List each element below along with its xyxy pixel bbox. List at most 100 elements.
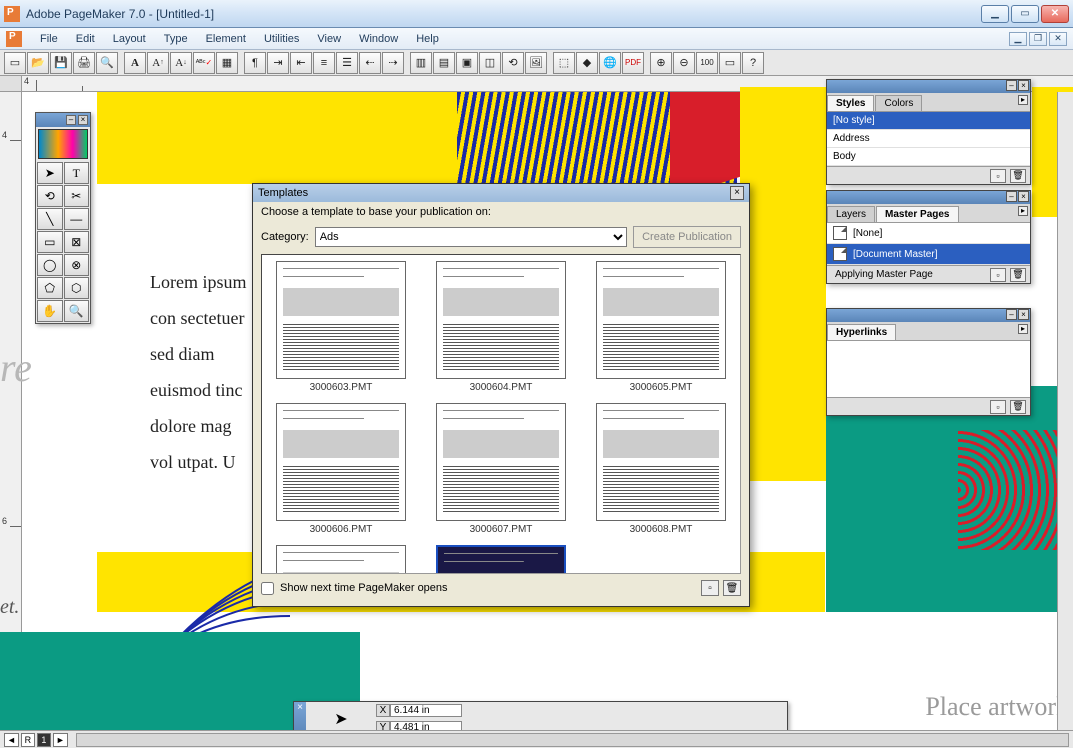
- window-minimize-button[interactable]: [981, 5, 1009, 23]
- styles-panel-titlebar[interactable]: – ×: [827, 80, 1030, 93]
- template-thumbnail[interactable]: 3000607.PMT: [428, 403, 574, 535]
- category-dropdown[interactable]: Ads: [315, 227, 627, 247]
- panel-collapse-button[interactable]: –: [1006, 309, 1017, 320]
- delete-template-button[interactable]: 🗑: [723, 580, 741, 596]
- tab-layers[interactable]: Layers: [827, 206, 875, 222]
- toolbar-actual-size-button[interactable]: 100: [696, 52, 718, 74]
- menu-utilities[interactable]: Utilities: [256, 31, 307, 47]
- delete-style-button[interactable]: 🗑: [1010, 169, 1026, 183]
- panel-close-button[interactable]: ×: [1018, 309, 1029, 320]
- toolbar-numbered-button[interactable]: ☰: [336, 52, 358, 74]
- new-template-button[interactable]: ▫: [701, 580, 719, 596]
- template-thumbnail[interactable]: 3000609.PMT: [268, 545, 414, 574]
- line-tool[interactable]: ╲: [37, 208, 63, 230]
- master-pages-titlebar[interactable]: – ×: [827, 191, 1030, 204]
- toolbar-open-button[interactable]: 📂: [27, 52, 49, 74]
- toolbar-decrease-button[interactable]: A↓: [170, 52, 192, 74]
- toolbar-remove-pages-button[interactable]: ▤: [433, 52, 455, 74]
- ellipse-frame-tool[interactable]: ⊗: [64, 254, 90, 276]
- delete-hyperlink-button[interactable]: 🗑: [1010, 400, 1026, 414]
- zoom-tool[interactable]: 🔍: [64, 300, 90, 322]
- template-thumbnail[interactable]: 3000604.PMT: [428, 261, 574, 393]
- dialog-titlebar[interactable]: Templates ×: [253, 184, 749, 202]
- rectangle-frame-tool[interactable]: ⊠: [64, 231, 90, 253]
- document-icon[interactable]: [6, 31, 22, 47]
- toolbox-close-button[interactable]: ×: [78, 115, 88, 125]
- polygon-tool[interactable]: ⬠: [37, 277, 63, 299]
- toolbar-tab-button[interactable]: ⇥: [267, 52, 289, 74]
- toolbar-print-button[interactable]: 🖨: [73, 52, 95, 74]
- templates-scroll-area[interactable]: 3000603.PMT3000604.PMT3000605.PMT3000606…: [261, 254, 741, 574]
- tab-colors[interactable]: Colors: [875, 95, 922, 111]
- toolbar-picture-palette-button[interactable]: 🖼: [525, 52, 547, 74]
- tab-hyperlinks[interactable]: Hyperlinks: [827, 324, 896, 340]
- toolbar-outdent-right-button[interactable]: ⇢: [382, 52, 404, 74]
- panel-flyout-button[interactable]: ▸: [1018, 324, 1028, 334]
- panel-collapse-button[interactable]: –: [1006, 80, 1017, 91]
- crop-tool[interactable]: ✂: [64, 185, 90, 207]
- ellipse-tool[interactable]: ◯: [37, 254, 63, 276]
- vertical-scrollbar[interactable]: [1057, 92, 1073, 730]
- toolbar-pdf-button[interactable]: PDF: [622, 52, 644, 74]
- toolbar-para-button[interactable]: ¶: [244, 52, 266, 74]
- toolbar-find-button[interactable]: 🔍: [96, 52, 118, 74]
- toolbar-spellcheck-button[interactable]: ᴬᴮᶜ✓: [193, 52, 215, 74]
- toolbar-update-links-button[interactable]: ⟲: [502, 52, 524, 74]
- toolbar-indent-button[interactable]: ⇤: [290, 52, 312, 74]
- toolbar-fill-button[interactable]: ▦: [216, 52, 238, 74]
- rotate-tool[interactable]: ⟲: [37, 185, 63, 207]
- horizontal-scrollbar[interactable]: [76, 733, 1069, 747]
- toolbar-increase-button[interactable]: A↑: [147, 52, 169, 74]
- hyperlinks-panel[interactable]: – × Hyperlinks ▸ ▫ 🗑: [826, 308, 1031, 416]
- window-maximize-button[interactable]: [1011, 5, 1039, 23]
- toolbar-text-wrap-button[interactable]: ◫: [479, 52, 501, 74]
- menu-help[interactable]: Help: [408, 31, 447, 47]
- mdi-restore-button[interactable]: ❐: [1029, 32, 1047, 46]
- menu-element[interactable]: Element: [198, 31, 254, 47]
- dialog-close-button[interactable]: ×: [730, 186, 744, 200]
- toolbar-zoom-in-button[interactable]: ⊕: [650, 52, 672, 74]
- styles-panel[interactable]: – × Styles Colors ▸ [No style] Address B…: [826, 79, 1031, 185]
- toolbar-photoshop-button[interactable]: ◆: [576, 52, 598, 74]
- show-next-time-checkbox[interactable]: [261, 582, 274, 595]
- toolbar-help-button[interactable]: ?: [742, 52, 764, 74]
- toolbar-frame-opts-button[interactable]: ▣: [456, 52, 478, 74]
- toolbox-panel[interactable]: – × ➤ T ⟲ ✂ ╲ — ▭ ⊠ ◯ ⊗ ⬠ ⬡ ✋ 🔍: [35, 112, 91, 324]
- master-pages-panel[interactable]: – × Layers Master Pages ▸ [None] [Docume…: [826, 190, 1031, 284]
- tab-styles[interactable]: Styles: [827, 95, 874, 111]
- delete-master-button[interactable]: 🗑: [1010, 268, 1026, 282]
- page-next-button[interactable]: ►: [53, 733, 68, 747]
- style-item-address[interactable]: Address: [827, 130, 1030, 148]
- panel-flyout-button[interactable]: ▸: [1018, 95, 1028, 105]
- toolbar-fit-window-button[interactable]: ▭: [719, 52, 741, 74]
- new-master-button[interactable]: ▫: [990, 268, 1006, 282]
- page-prev-button[interactable]: ◄: [4, 733, 19, 747]
- menu-window[interactable]: Window: [351, 31, 406, 47]
- toolbox-titlebar[interactable]: – ×: [36, 113, 90, 127]
- master-item-none[interactable]: [None]: [827, 223, 1030, 244]
- template-thumbnail[interactable]: 3000605.PMT: [588, 261, 734, 393]
- page-1-button[interactable]: 1: [37, 733, 51, 747]
- text-tool[interactable]: T: [64, 162, 90, 184]
- toolbar-save-button[interactable]: 💾: [50, 52, 72, 74]
- template-thumbnail[interactable]: 3000610.PMT: [428, 545, 574, 574]
- new-style-button[interactable]: ▫: [990, 169, 1006, 183]
- mdi-minimize-button[interactable]: ▁: [1009, 32, 1027, 46]
- panel-close-button[interactable]: ×: [1018, 191, 1029, 202]
- toolbar-zoom-out-button[interactable]: ⊖: [673, 52, 695, 74]
- document-workspace[interactable]: 4 4 6 re et. Place artwork Lorem ipsum c…: [0, 76, 1073, 748]
- style-item-no-style[interactable]: [No style]: [827, 112, 1030, 130]
- master-page-r-button[interactable]: R: [21, 733, 35, 747]
- template-thumbnail[interactable]: 3000603.PMT: [268, 261, 414, 393]
- templates-dialog[interactable]: Templates × Choose a template to base yo…: [252, 183, 750, 607]
- toolbar-hlink-button[interactable]: 🌐: [599, 52, 621, 74]
- new-hyperlink-button[interactable]: ▫: [990, 400, 1006, 414]
- polygon-frame-tool[interactable]: ⬡: [64, 277, 90, 299]
- rectangle-tool[interactable]: ▭: [37, 231, 63, 253]
- toolbar-bullets-button[interactable]: ≡: [313, 52, 335, 74]
- toolbox-collapse-button[interactable]: –: [66, 115, 76, 125]
- window-close-button[interactable]: [1041, 5, 1069, 23]
- ruler-origin[interactable]: [0, 76, 22, 92]
- menu-view[interactable]: View: [309, 31, 349, 47]
- menu-layout[interactable]: Layout: [105, 31, 154, 47]
